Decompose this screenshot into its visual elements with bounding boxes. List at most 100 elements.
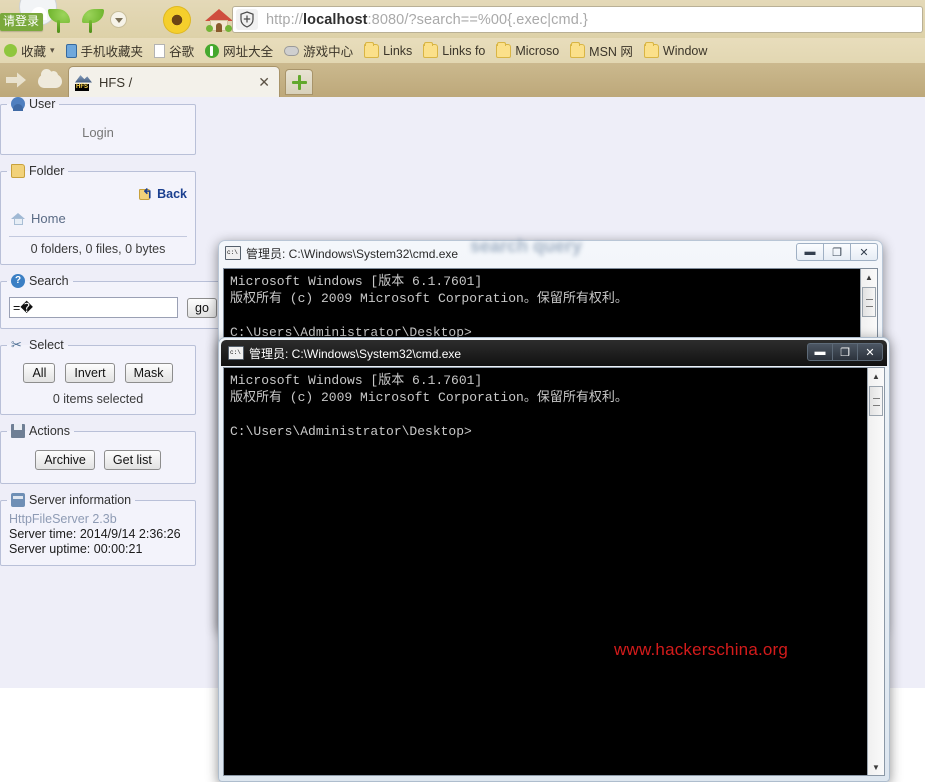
back-row: ↰ Back <box>7 183 189 203</box>
address-bar[interactable]: http://localhost:8080/?search==%00{.exec… <box>232 6 923 33</box>
question-mark-icon: ? <box>11 274 25 288</box>
select-invert-button[interactable]: Invert <box>65 363 115 383</box>
tab-close-icon[interactable]: ✕ <box>255 75 273 89</box>
login-badge[interactable]: 请登录 <box>0 13 44 31</box>
hfs-sidebar: User Login Folder ↰ Back Home 0 folders, … <box>0 97 224 575</box>
scrollbar-thumb[interactable] <box>862 287 876 317</box>
actions-panel-title: Actions <box>29 424 70 438</box>
folder-icon <box>496 41 512 58</box>
star-icon <box>4 44 17 57</box>
scroll-up-icon[interactable]: ▲ <box>861 269 877 285</box>
bookmark-game-center[interactable]: 游戏中心 <box>284 41 353 60</box>
search-row: go <box>7 293 217 320</box>
folder-panel: Folder ↰ Back Home 0 folders, 0 files, 0 … <box>0 164 196 265</box>
tab-hfs[interactable]: HFS HFS / ✕ <box>68 66 280 97</box>
server-info-legend: Server information <box>7 493 135 507</box>
cmd-titlebar[interactable]: 管理员: C:\Windows\System32\cmd.exe ▬ ❐ ✕ <box>221 340 887 366</box>
select-all-button[interactable]: All <box>23 363 56 383</box>
page-icon <box>154 43 166 58</box>
cmd-window-title: 管理员: C:\Windows\System32\cmd.exe <box>246 246 459 261</box>
bookmark-mobile-favorites[interactable]: 手机收藏夹 <box>65 41 143 60</box>
search-panel-legend: ? Search <box>7 274 73 288</box>
maximize-button[interactable]: ❐ <box>832 343 858 361</box>
server-icon <box>11 493 25 507</box>
scroll-up-icon[interactable]: ▲ <box>868 368 884 384</box>
home-row[interactable]: Home <box>7 203 189 230</box>
maximize-button[interactable]: ❐ <box>823 243 851 261</box>
chevron-down-icon[interactable]: ▾ <box>50 45 55 56</box>
cmd-scrollbar[interactable]: ▲ ▼ <box>867 368 884 775</box>
folder-stats: 0 folders, 0 files, 0 bytes <box>30 242 166 256</box>
cmd-console-text: Microsoft Windows [版本 6.1.7601] 版权所有 (c)… <box>230 373 628 439</box>
close-button[interactable]: ✕ <box>850 243 878 261</box>
login-row: Login <box>7 116 189 146</box>
folder-icon <box>364 41 380 58</box>
select-panel: ✂ Select All Invert Mask 0 items selecte… <box>0 338 196 415</box>
minimize-button[interactable]: ▬ <box>807 343 833 361</box>
archive-button[interactable]: Archive <box>35 450 95 470</box>
bookmark-msn[interactable]: MSN 网 <box>570 41 633 60</box>
game-icon <box>284 45 300 56</box>
get-list-button[interactable]: Get list <box>103 450 161 470</box>
folder-panel-title: Folder <box>29 164 65 178</box>
hfs-favicon-icon: HFS <box>75 74 92 91</box>
user-panel-legend: User <box>7 97 59 111</box>
action-buttons: Archive Get list <box>7 443 189 475</box>
login-link[interactable]: Login <box>82 116 114 146</box>
actions-panel-legend: Actions <box>7 424 74 438</box>
search-go-button[interactable]: go <box>187 297 217 318</box>
back-leaf-button[interactable] <box>48 5 78 35</box>
server-version: HttpFileServer 2.3b <box>9 512 117 526</box>
bookmark-windows[interactable]: Window <box>643 41 707 58</box>
cmd-window-title: 管理员: C:\Windows\System32\cmd.exe <box>249 346 462 361</box>
browser-toolbar: 请登录 http://localhost:8080/?search==%00{.… <box>0 0 925 38</box>
cmd-window-active[interactable]: 管理员: C:\Windows\System32\cmd.exe ▬ ❐ ✕ M… <box>218 337 890 782</box>
tab-strip: HFS HFS / ✕ <box>0 63 925 97</box>
back-arrow-icon: ↰ <box>139 186 155 201</box>
bookmark-links-fo[interactable]: Links fo <box>423 41 485 58</box>
cmd-exe-icon <box>228 346 244 360</box>
server-info-panel: Server information HttpFileServer 2.3b S… <box>0 493 196 566</box>
server-info-title: Server information <box>29 493 132 507</box>
folder-icon <box>570 41 586 58</box>
scroll-down-icon[interactable]: ▼ <box>868 759 884 775</box>
bookmark-hao123[interactable]: 网址大全 <box>205 41 273 60</box>
bookmarks-bar: 收藏 ▾ 手机收藏夹 谷歌 网址大全 游戏中心 Links Links fo M… <box>0 38 925 63</box>
history-dropdown-icon[interactable] <box>110 11 127 28</box>
bookmark-microsoft[interactable]: Microso <box>496 41 559 58</box>
folder-divider <box>9 236 187 237</box>
forward-leaf-button[interactable] <box>80 5 110 35</box>
close-button[interactable]: ✕ <box>857 343 883 361</box>
browser-chrome: 请登录 http://localhost:8080/?search==%00{.… <box>0 0 925 97</box>
address-bar-text: http://localhost:8080/?search==%00{.exec… <box>266 11 588 28</box>
window-controls: ▬ ❐ ✕ <box>796 243 878 261</box>
user-panel: User Login <box>0 97 196 155</box>
bookmark-links[interactable]: Links <box>364 41 412 58</box>
select-mask-button[interactable]: Mask <box>124 363 173 383</box>
bookmark-google[interactable]: 谷歌 <box>154 41 194 60</box>
home-icon[interactable] <box>205 7 233 33</box>
scrollbar-thumb[interactable] <box>869 386 883 416</box>
restore-arrow-icon[interactable] <box>6 72 26 88</box>
home-link[interactable]: Home <box>31 211 66 226</box>
cmd-titlebar[interactable]: 管理员: C:\Windows\System32\cmd.exe ▬ ❐ ✕ <box>218 240 883 266</box>
folder-icon <box>643 41 659 58</box>
search-input[interactable] <box>9 297 178 318</box>
back-link[interactable]: ↰ Back <box>139 186 187 201</box>
bookmark-favorites[interactable]: 收藏 ▾ <box>4 41 55 60</box>
phone-icon <box>65 43 77 58</box>
security-shield-icon[interactable] <box>236 9 258 30</box>
items-selected-label: 0 items selected <box>52 392 144 406</box>
scissors-icon: ✂ <box>11 337 22 352</box>
site-watermark: www.hackerschina.org <box>614 640 789 659</box>
select-buttons: All Invert Mask <box>7 357 189 392</box>
cmd-console-area[interactable]: Microsoft Windows [版本 6.1.7601] 版权所有 (c)… <box>223 367 885 776</box>
cmd-exe-icon <box>225 246 241 260</box>
select-panel-title: Select <box>29 338 64 352</box>
cloud-icon[interactable] <box>38 69 62 88</box>
search-panel: ? Search go <box>0 274 224 329</box>
sunflower-icon[interactable] <box>163 6 191 34</box>
new-tab-button[interactable] <box>285 69 313 95</box>
minimize-button[interactable]: ▬ <box>796 243 824 261</box>
house-icon <box>11 212 26 226</box>
